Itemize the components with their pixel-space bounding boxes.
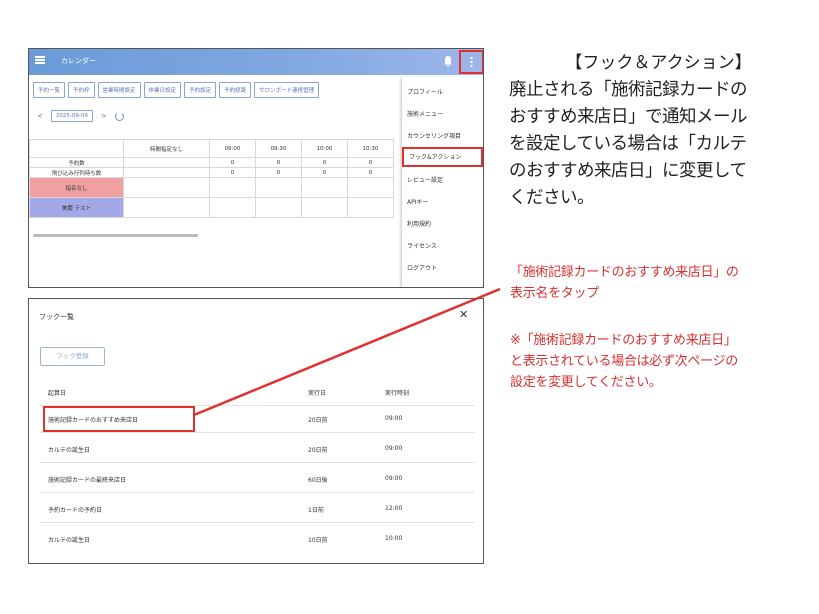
grid-cell: 0	[347, 157, 394, 168]
schedule-grid: 時間指定なし 09:00 09:30 10:00 10:30 予約数 0 0 0…	[29, 139, 394, 218]
grid-cell[interactable]	[347, 177, 394, 198]
menu-item-treatment-menu[interactable]: 施術メニュー	[402, 105, 483, 125]
table-row[interactable]: 施術記録カードの最終来店日 60日後 09:00	[40, 467, 475, 493]
grid-header-row: 時間指定なし 09:00 09:30 10:00 10:30	[29, 139, 394, 158]
menu-item-terms[interactable]: 利用規約	[402, 215, 483, 235]
date-field[interactable]: 2025-09-09	[50, 110, 93, 122]
register-hook-button[interactable]: フック登録	[40, 347, 105, 366]
settings-dropdown-menu: プロフィール 施術メニュー カウンセリング項目 フック&アクション レビュー設定…	[402, 77, 483, 287]
grid-header-cell: 時間指定なし	[123, 139, 210, 158]
tab-reservation-settings[interactable]: 予約設定	[184, 82, 217, 98]
hook-base-date[interactable]: 施術記録カードの最終来店日	[48, 475, 126, 484]
close-icon[interactable]: ✕	[459, 308, 468, 321]
grid-header-cell: 10:30	[347, 139, 394, 158]
calendar-tabs: 予約一覧 予約枠 営業時間設定 休業日設定 予約設定 予約経路 サロンボード連携…	[33, 82, 320, 98]
date-navigator: < 2025-09-09 >	[37, 109, 124, 123]
grid-row-staff-test: 美慶 テスト	[29, 197, 394, 218]
grid-header-cell: 09:30	[255, 139, 302, 158]
menu-item-license[interactable]: ライセンス	[402, 237, 483, 257]
hook-exec-time: 09:00	[385, 475, 403, 482]
hook-exec-time: 09:00	[385, 415, 403, 422]
grid-row-label: 飛び込み行列待ち数	[29, 167, 124, 178]
table-header-row: 起算日 実行日 実行時刻	[40, 382, 475, 406]
grid-cell: 0	[301, 157, 348, 168]
prev-day-button[interactable]: <	[37, 112, 43, 120]
menu-item-review-settings[interactable]: レビュー設定	[402, 171, 483, 191]
tab-reservation-route[interactable]: 予約経路	[219, 82, 252, 98]
dialog-title: フック一覧	[39, 313, 74, 321]
hook-exec-day: 60日後	[308, 477, 328, 484]
hook-exec-day: 10日前	[308, 537, 328, 544]
annotation-body: 廃止される「施術記録カードの おすすめ来店日」で通知メール を設定している場合は…	[509, 80, 748, 208]
hook-exec-day: 20日前	[308, 447, 328, 454]
more-menu-button[interactable]	[459, 50, 483, 74]
hook-list-dialog: フック一覧 ✕ フック登録 起算日 実行日 実行時刻 施術記録カードのおすすめ来…	[28, 298, 484, 564]
next-day-button[interactable]: >	[101, 112, 107, 120]
grid-cell	[123, 167, 210, 178]
staff-label-no-preference[interactable]: 指名なし	[29, 177, 124, 198]
annotation-heading: 【フック＆アクション】	[565, 53, 752, 73]
table-row[interactable]: カルテの誕生日 10日前 10:00	[40, 527, 475, 553]
grid-cell[interactable]	[255, 197, 302, 218]
hook-exec-day: 20日前	[308, 417, 328, 424]
grid-row-reservations: 予約数 0 0 0 0	[29, 157, 394, 168]
hook-base-date[interactable]: 予約カードの予約日	[48, 505, 102, 514]
menu-item-profile[interactable]: プロフィール	[402, 83, 483, 103]
table-row[interactable]: 予約カードの予約日 1日前 12:00	[40, 497, 475, 523]
grid-cell[interactable]	[209, 197, 256, 218]
column-header-exec-day: 実行日	[308, 390, 327, 397]
tab-reservation-slots[interactable]: 予約枠	[68, 82, 95, 98]
tab-salonboard-link[interactable]: サロンボード連携管理	[254, 82, 320, 98]
grid-cell: 0	[209, 167, 256, 178]
hook-exec-day: 1日前	[308, 507, 324, 514]
menu-item-logout[interactable]: ログアウト	[402, 259, 483, 279]
grid-row-staff-none: 指名なし	[29, 177, 394, 198]
grid-corner-cell	[29, 139, 124, 158]
grid-cell[interactable]	[123, 177, 210, 198]
hook-exec-time: 09:00	[385, 445, 403, 452]
grid-row-walkins: 飛び込み行列待ち数 0 0 0 0	[29, 167, 394, 178]
grid-cell[interactable]	[301, 177, 348, 198]
more-vert-icon	[470, 56, 473, 68]
bell-icon[interactable]	[443, 55, 453, 67]
app-bar: カレンダー	[29, 49, 483, 75]
menu-item-hook-action[interactable]: フック&アクション	[402, 147, 483, 167]
refresh-icon[interactable]	[114, 111, 124, 121]
grid-cell: 0	[347, 167, 394, 178]
annotation-note-warning: ※「施術記録カードのおすすめ来店日」 と表示されている場合は必ず次ページの 設定…	[510, 333, 738, 390]
grid-cell[interactable]	[347, 197, 394, 218]
hook-base-date[interactable]: カルテの誕生日	[48, 445, 90, 454]
grid-row-label: 予約数	[29, 157, 124, 168]
grid-cell: 0	[255, 167, 302, 178]
grid-header-cell: 10:00	[301, 139, 348, 158]
column-header-base-date: 起算日	[48, 390, 67, 397]
tab-business-hours[interactable]: 営業時間設定	[97, 82, 141, 98]
grid-header-cell: 09:00	[209, 139, 256, 158]
column-header-exec-time: 実行時刻	[385, 390, 410, 397]
menu-item-api-key[interactable]: APIキー	[402, 193, 483, 213]
grid-cell: 0	[209, 157, 256, 168]
hook-exec-time: 10:00	[385, 535, 403, 542]
tab-holidays[interactable]: 休業日設定	[143, 82, 182, 98]
grid-cell[interactable]	[209, 177, 256, 198]
annotation-note-tap: 「施術記録カードのおすすめ来店日」の 表示名をタップ	[510, 265, 739, 301]
tab-reservation-list[interactable]: 予約一覧	[33, 82, 66, 98]
staff-label-test[interactable]: 美慶 テスト	[29, 197, 124, 218]
hook-exec-time: 12:00	[385, 505, 403, 512]
hamburger-menu-icon[interactable]	[35, 56, 45, 64]
grid-cell[interactable]	[301, 197, 348, 218]
app-title: カレンダー	[61, 57, 96, 65]
grid-cell: 0	[301, 167, 348, 178]
grid-cell[interactable]	[123, 197, 210, 218]
highlight-box-first-row	[43, 406, 195, 432]
calendar-screenshot: カレンダー 予約一覧 予約枠 営業時間設定 休業日設定 予約設定 予約経路 サロ…	[28, 48, 484, 288]
grid-cell[interactable]	[255, 177, 302, 198]
grid-cell	[123, 157, 210, 168]
hook-base-date[interactable]: カルテの誕生日	[48, 535, 90, 544]
table-row[interactable]: カルテの誕生日 20日前 09:00	[40, 437, 475, 463]
grid-cell: 0	[255, 157, 302, 168]
horizontal-scrollbar[interactable]	[33, 234, 198, 237]
menu-item-counseling[interactable]: カウンセリング項目	[402, 127, 483, 147]
